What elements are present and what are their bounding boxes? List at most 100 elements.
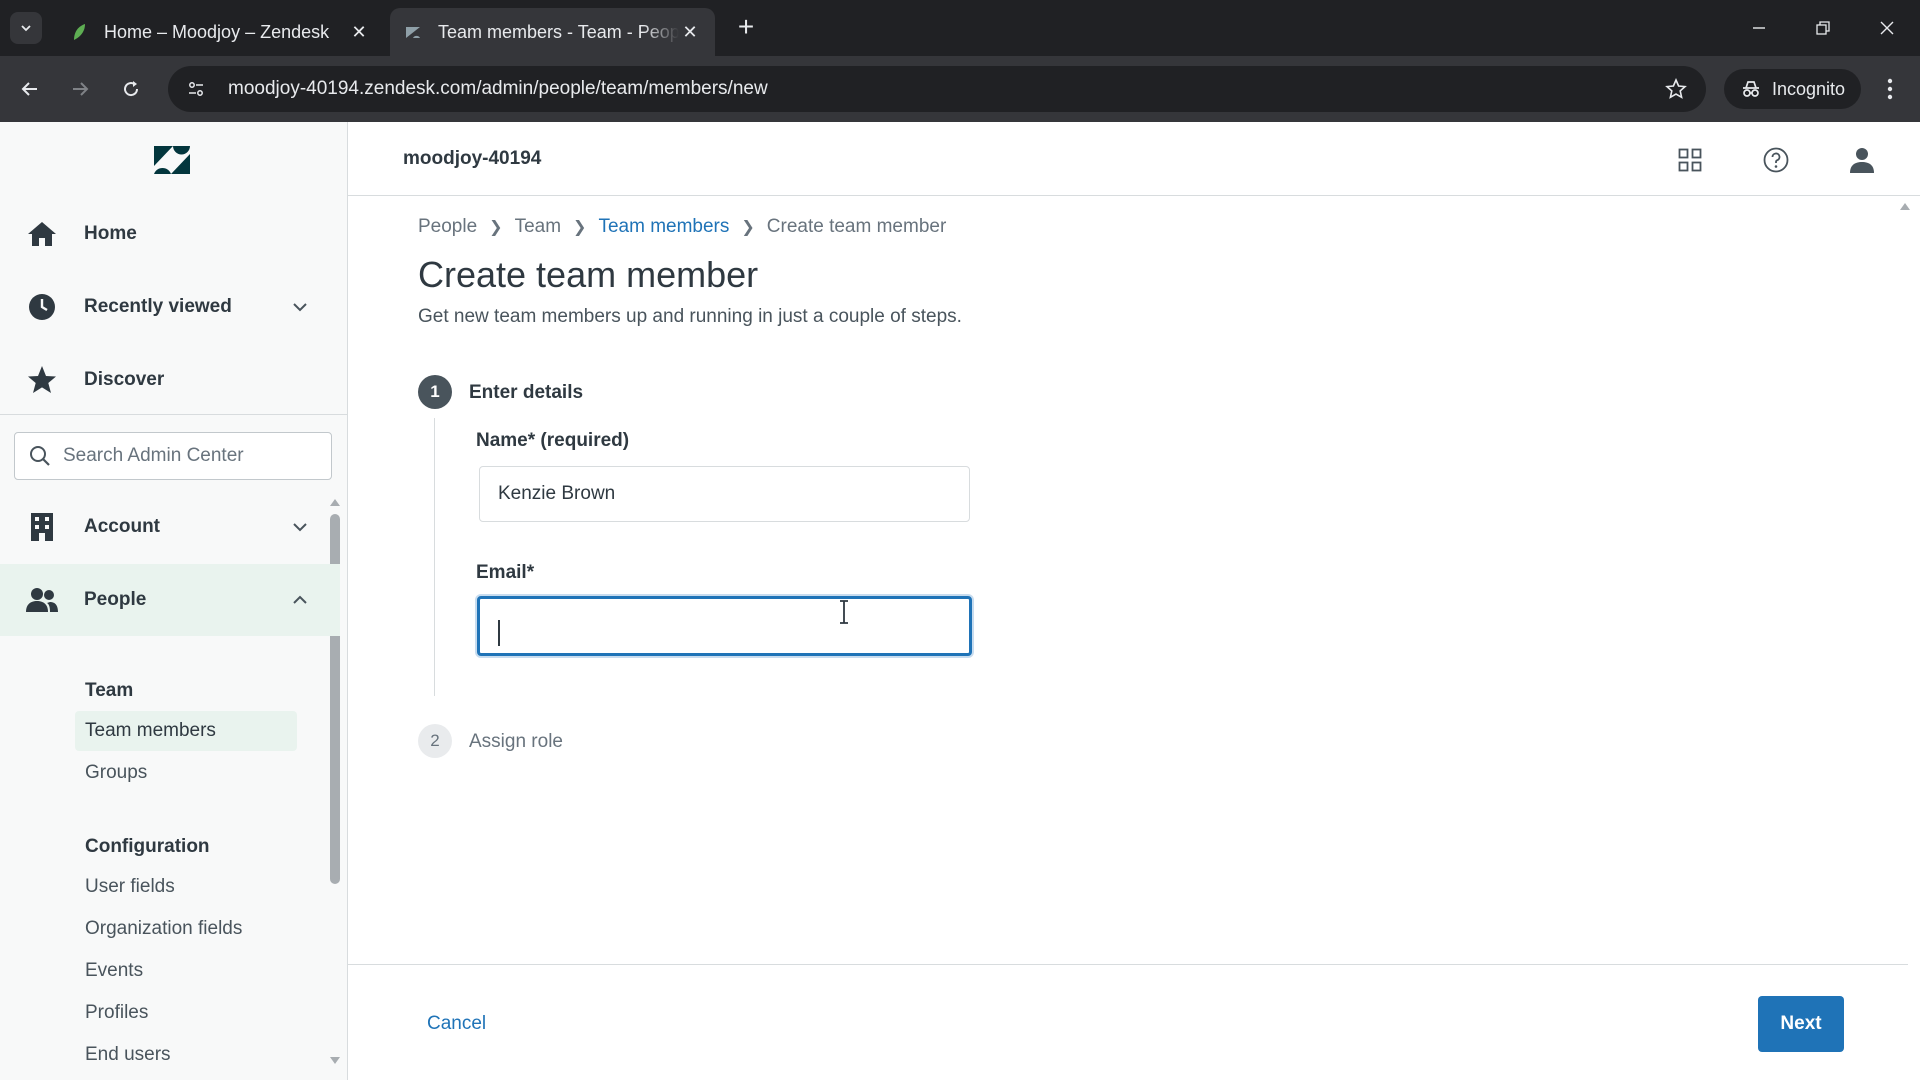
browser-toolbar: moodjoy-40194.zendesk.com/admin/people/t… (0, 56, 1920, 122)
text-cursor-icon (840, 600, 848, 624)
chevron-down-icon[interactable] (288, 295, 312, 319)
page-subtitle: Get new team members up and running in j… (418, 306, 962, 327)
zendesk-logo-icon[interactable] (152, 142, 192, 178)
new-tab-button[interactable]: + (732, 13, 760, 42)
email-field-label: Email* (476, 562, 535, 583)
sidebar-item-end-users[interactable]: End users (75, 1035, 297, 1075)
name-field-label: Name* (required) (476, 430, 630, 451)
step-1-label: Enter details (469, 382, 584, 403)
star-icon (26, 364, 58, 396)
nav-account[interactable]: Account (0, 491, 340, 563)
incognito-label: Incognito (1772, 78, 1846, 99)
help-button[interactable] (1760, 144, 1792, 176)
admin-header: moodjoy-40194 (348, 122, 1920, 196)
nav-recently-viewed[interactable]: Recently viewed (0, 271, 340, 343)
chevron-up-icon[interactable] (288, 588, 312, 612)
forward-button[interactable] (64, 73, 96, 105)
window-close-button[interactable] (1864, 8, 1910, 48)
stepper-line (434, 418, 435, 696)
step-2-label: Assign role (469, 731, 563, 752)
page-scroll-up-icon[interactable] (1898, 200, 1912, 212)
star-outline-icon (1665, 78, 1687, 99)
tab-search-button[interactable] (10, 12, 42, 44)
zendesk-leaf-favicon-icon (74, 24, 85, 40)
reload-icon (124, 81, 139, 97)
sidebar-divider (0, 414, 348, 415)
minimize-button[interactable] (1736, 8, 1782, 48)
search-icon (30, 446, 50, 466)
back-button[interactable] (14, 73, 46, 105)
account-name: moodjoy-40194 (403, 148, 542, 169)
chevron-right-icon: ❯ (489, 219, 503, 236)
form-footer: Cancel Next (348, 964, 1908, 1080)
chevron-right-icon: ❯ (741, 219, 755, 236)
sidebar-item-user-fields[interactable]: User fields (75, 867, 297, 907)
text-caret (498, 620, 500, 646)
nav-people[interactable]: People (0, 564, 340, 636)
nav-discover-label: Discover (84, 369, 165, 390)
tab-title: Team members - Team - People (438, 21, 679, 42)
grid-icon (1678, 148, 1702, 172)
sidebar-item-groups[interactable]: Groups (75, 753, 297, 793)
sidebar-item-organization-fields[interactable]: Organization fields (75, 909, 297, 949)
address-bar[interactable]: moodjoy-40194.zendesk.com/admin/people/t… (168, 66, 1706, 112)
home-icon (26, 218, 58, 250)
breadcrumb-current: Create team member (766, 216, 947, 237)
user-avatar-icon (1850, 148, 1874, 173)
site-info-button[interactable] (180, 73, 212, 105)
close-icon[interactable]: ✕ (679, 21, 701, 43)
sidebar-item-events[interactable]: Events (75, 951, 297, 991)
products-button[interactable] (1674, 144, 1706, 176)
nav-people-label: People (84, 589, 147, 610)
tab-title: Home – Moodjoy – Zendesk (104, 21, 330, 42)
arrow-right-icon (73, 82, 89, 96)
email-field[interactable] (477, 596, 972, 656)
close-icon (1880, 21, 1894, 35)
name-field[interactable] (479, 466, 970, 522)
url-text[interactable]: moodjoy-40194.zendesk.com/admin/people/t… (228, 78, 1660, 100)
cancel-button[interactable]: Cancel (427, 1013, 486, 1035)
restore-button[interactable] (1800, 8, 1846, 48)
breadcrumb-people[interactable]: People (418, 216, 477, 238)
restore-icon (1816, 21, 1830, 35)
nav-recently-viewed-label: Recently viewed (84, 296, 232, 317)
zendesk-favicon-icon (406, 27, 420, 38)
browser-tab-team-members[interactable]: Team members - Team - People ✕ (390, 8, 715, 56)
more-vertical-icon (1887, 78, 1893, 100)
chevron-down-icon[interactable] (288, 515, 312, 539)
tune-icon (189, 82, 203, 96)
clock-icon (26, 291, 58, 323)
next-button[interactable]: Next (1758, 996, 1844, 1052)
people-icon (26, 584, 58, 616)
browser-tab-strip: Home – Moodjoy – Zendesk ✕ Team members … (0, 0, 1920, 56)
reload-button[interactable] (115, 73, 147, 105)
breadcrumb-team[interactable]: Team (515, 216, 561, 238)
sidebar-item-profiles[interactable]: Profiles (75, 993, 297, 1033)
people-team-heading: Team (85, 680, 134, 701)
chevron-down-icon (21, 25, 31, 32)
minimize-icon (1753, 27, 1765, 29)
arrow-left-icon (21, 82, 37, 96)
main-content: People ❯ Team ❯ Team members ❯ Create te… (348, 196, 1908, 960)
chevron-right-icon: ❯ (573, 219, 587, 236)
triangle-down-icon (330, 1056, 340, 1064)
nav-home[interactable]: Home (0, 198, 340, 270)
admin-search-box[interactable] (14, 432, 332, 480)
search-input[interactable] (63, 445, 313, 467)
incognito-indicator[interactable]: Incognito (1724, 69, 1862, 109)
sidebar-item-team-members[interactable]: Team members (75, 711, 297, 751)
incognito-icon (1743, 81, 1759, 97)
profile-button[interactable] (1846, 144, 1878, 176)
browser-tab-home[interactable]: Home – Moodjoy – Zendesk ✕ (56, 8, 384, 56)
step-2-number: 2 (418, 724, 452, 758)
browser-menu-button[interactable] (1876, 73, 1904, 105)
bookmark-button[interactable] (1660, 73, 1692, 105)
nav-discover[interactable]: Discover (0, 344, 340, 416)
help-icon (1763, 147, 1789, 173)
sidebar-scroll-down[interactable] (328, 1054, 342, 1066)
building-icon (26, 511, 58, 543)
breadcrumb-team-members[interactable]: Team members (598, 216, 729, 238)
page-title: Create team member (418, 254, 759, 295)
close-icon[interactable]: ✕ (348, 21, 370, 43)
nav-account-label: Account (84, 516, 160, 537)
